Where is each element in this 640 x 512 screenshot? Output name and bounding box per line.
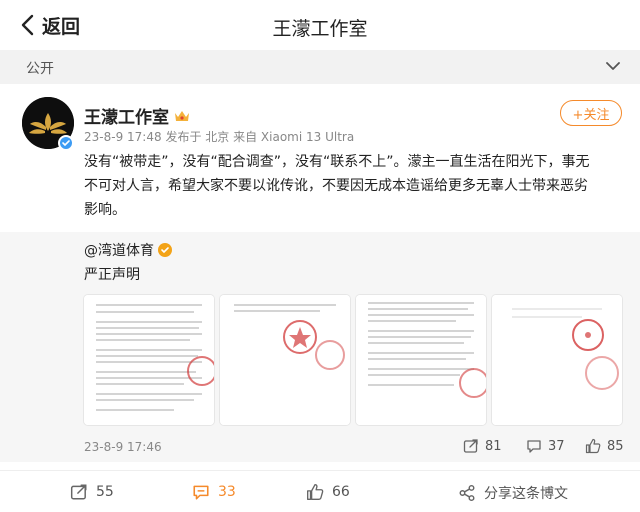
- verified-icon: [58, 135, 74, 151]
- repost-author-row[interactable]: @湾道体育: [84, 240, 172, 260]
- post-device: 来自 Xiaomi 13 Ultra: [233, 130, 355, 144]
- repost-image-1[interactable]: [84, 295, 214, 425]
- repost-time: 23-8-9 17:46: [84, 440, 162, 454]
- like-button[interactable]: 66: [306, 483, 350, 501]
- like-icon: [585, 438, 601, 454]
- post-text-line: 影响。: [84, 202, 126, 218]
- author-name[interactable]: 王濛工作室: [84, 103, 169, 128]
- repost-icon: [463, 439, 478, 453]
- post-text-line: 没有“被带走”，没有“配合调查”，没有“联系不上”。濛主一直生活在阳光下，事无: [84, 154, 590, 170]
- action-bar: 55 33 66 分享这条博文: [0, 470, 640, 512]
- comment-icon: [193, 485, 209, 500]
- repost-repost-button[interactable]: 81: [463, 438, 502, 454]
- author-name-row[interactable]: 王濛工作室: [84, 103, 191, 128]
- repost-text: 严正声明: [84, 267, 140, 283]
- repost-like-count: 85: [607, 438, 624, 454]
- post-text-line: 不可对人言，希望大家不要以讹传讹，不要因无成本造谣给更多无辜人士带来恶劣: [84, 178, 588, 194]
- document-page-image: [492, 295, 622, 425]
- post-location: 发布于 北京: [165, 130, 230, 144]
- repost-comment-button[interactable]: 37: [526, 438, 565, 454]
- like-count: 66: [332, 484, 350, 500]
- top-bar: 返回 王濛工作室: [0, 0, 640, 50]
- chevron-down-icon[interactable]: [606, 61, 620, 71]
- repost-image-3[interactable]: [356, 295, 486, 425]
- repost-like-button[interactable]: 85: [585, 438, 624, 454]
- page-title: 王濛工作室: [272, 18, 368, 40]
- visibility-bar[interactable]: 公开: [0, 50, 640, 84]
- share-label: 分享这条博文: [484, 486, 568, 502]
- visibility-label: 公开: [26, 61, 54, 77]
- verified-icon: [158, 243, 172, 257]
- comment-count: 33: [218, 484, 236, 500]
- repost-count: 55: [96, 484, 114, 500]
- comment-button[interactable]: 33: [192, 483, 236, 501]
- post-time: 23-8-9 17:48: [84, 130, 162, 144]
- repost-repost-count: 81: [485, 438, 502, 454]
- share-button[interactable]: 分享这条博文: [458, 483, 568, 503]
- follow-button[interactable]: +关注: [560, 100, 622, 126]
- like-icon: [307, 484, 324, 500]
- repost-image-2[interactable]: [220, 295, 350, 425]
- post-meta: 23-8-9 17:48 发布于 北京 来自 Xiaomi 13 Ultra: [84, 128, 354, 145]
- document-page-image: [356, 295, 486, 425]
- crown-icon: [175, 110, 189, 121]
- document-page-image: [220, 295, 350, 425]
- repost-button[interactable]: 55: [70, 483, 114, 501]
- repost-author[interactable]: @湾道体育: [84, 240, 154, 260]
- repost-comment-count: 37: [548, 438, 565, 454]
- comment-icon: [527, 440, 541, 453]
- share-icon: [459, 484, 475, 502]
- document-page-image: [84, 295, 214, 425]
- repost-image-4[interactable]: [492, 295, 622, 425]
- repost-icon: [70, 484, 87, 500]
- post-text: 没有“被带走”，没有“配合调查”，没有“联系不上”。濛主一直生活在阳光下，事无 …: [84, 150, 624, 222]
